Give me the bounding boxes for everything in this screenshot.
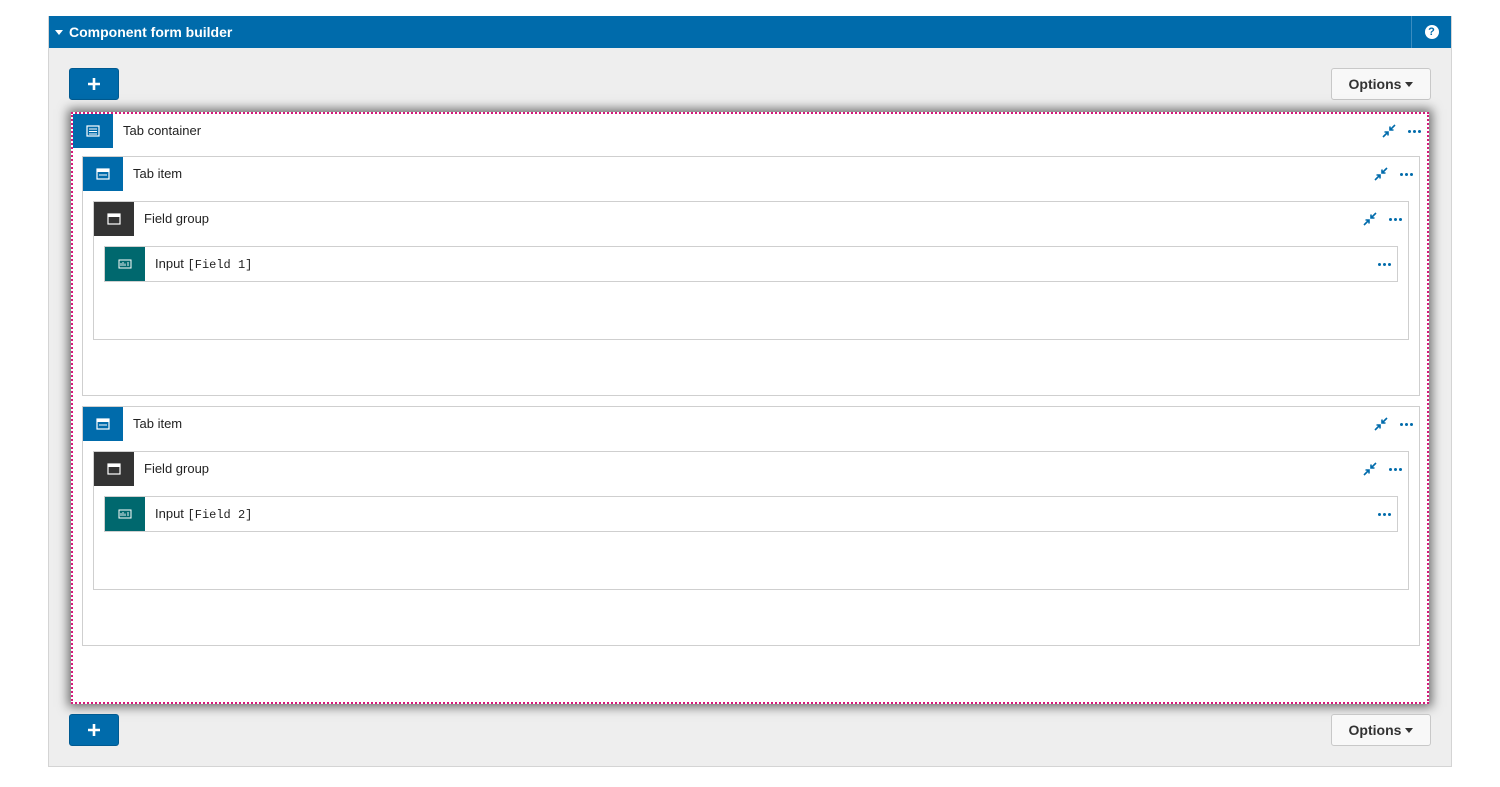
tab-item-icon (83, 407, 123, 441)
tab-item-1[interactable]: Tab item Field group Input [Field 1] (82, 156, 1420, 396)
tab-container-icon (73, 114, 113, 148)
plus-icon (88, 724, 100, 736)
collapse-icon[interactable] (1382, 124, 1396, 138)
more-actions-icon[interactable] (1389, 217, 1402, 221)
field-group-2[interactable]: Field group Input [Field 2] (93, 451, 1409, 590)
help-button[interactable]: ? (1411, 16, 1451, 48)
field-group-1[interactable]: Field group Input [Field 1] (93, 201, 1409, 340)
tab-container[interactable]: Tab container Tab item Field group Input… (71, 112, 1429, 704)
collapse-icon[interactable] (1363, 462, 1377, 476)
more-actions-icon[interactable] (1400, 422, 1413, 426)
add-component-button-top[interactable] (69, 68, 119, 100)
tab-item-header[interactable]: Tab item (83, 157, 1419, 191)
options-label: Options (1348, 722, 1402, 738)
caret-down-icon[interactable] (55, 29, 63, 35)
collapse-icon[interactable] (1374, 417, 1388, 431)
collapse-icon[interactable] (1374, 167, 1388, 181)
field-group-icon (94, 452, 134, 486)
input-field-icon (105, 497, 145, 531)
options-button-top[interactable]: Options (1331, 68, 1431, 100)
input-label: Input [Field 2] (155, 506, 253, 522)
input-component-1[interactable]: Input [Field 1] (104, 246, 1398, 282)
more-actions-icon[interactable] (1408, 129, 1421, 133)
more-actions-icon[interactable] (1378, 512, 1391, 516)
dropdown-caret-icon (1405, 727, 1414, 733)
input-label: Input [Field 1] (155, 256, 253, 272)
field-group-icon (94, 202, 134, 236)
input-field-ref: [Field 1] (187, 258, 253, 272)
dropdown-caret-icon (1405, 81, 1414, 87)
options-label: Options (1348, 76, 1402, 92)
more-actions-icon[interactable] (1400, 172, 1413, 176)
tab-item-icon (83, 157, 123, 191)
panel-title: Component form builder (69, 24, 233, 40)
field-group-header[interactable]: Field group (94, 452, 1408, 486)
tab-container-header[interactable]: Tab container (73, 114, 1427, 148)
input-header[interactable]: Input [Field 1] (105, 247, 1397, 281)
tab-item-header[interactable]: Tab item (83, 407, 1419, 441)
collapse-icon[interactable] (1363, 212, 1377, 226)
tab-item-label: Tab item (133, 166, 183, 181)
tab-item-2[interactable]: Tab item Field group Input [Field 2] (82, 406, 1420, 646)
more-actions-icon[interactable] (1378, 262, 1391, 266)
input-header[interactable]: Input [Field 2] (105, 497, 1397, 531)
panel-header[interactable]: Component form builder ? (49, 16, 1451, 48)
input-field-icon (105, 247, 145, 281)
field-group-label: Field group (144, 461, 210, 476)
form-builder-panel: Component form builder ? Options Tab con… (48, 16, 1452, 767)
field-group-label: Field group (144, 211, 210, 226)
plus-icon (88, 78, 100, 90)
options-button-bottom[interactable]: Options (1331, 714, 1431, 746)
add-component-button-bottom[interactable] (69, 714, 119, 746)
input-field-ref: [Field 2] (187, 508, 253, 522)
more-actions-icon[interactable] (1389, 467, 1402, 471)
input-component-2[interactable]: Input [Field 2] (104, 496, 1398, 532)
tab-item-label: Tab item (133, 416, 183, 431)
help-icon: ? (1424, 25, 1439, 39)
field-group-header[interactable]: Field group (94, 202, 1408, 236)
tab-container-label: Tab container (123, 123, 202, 138)
